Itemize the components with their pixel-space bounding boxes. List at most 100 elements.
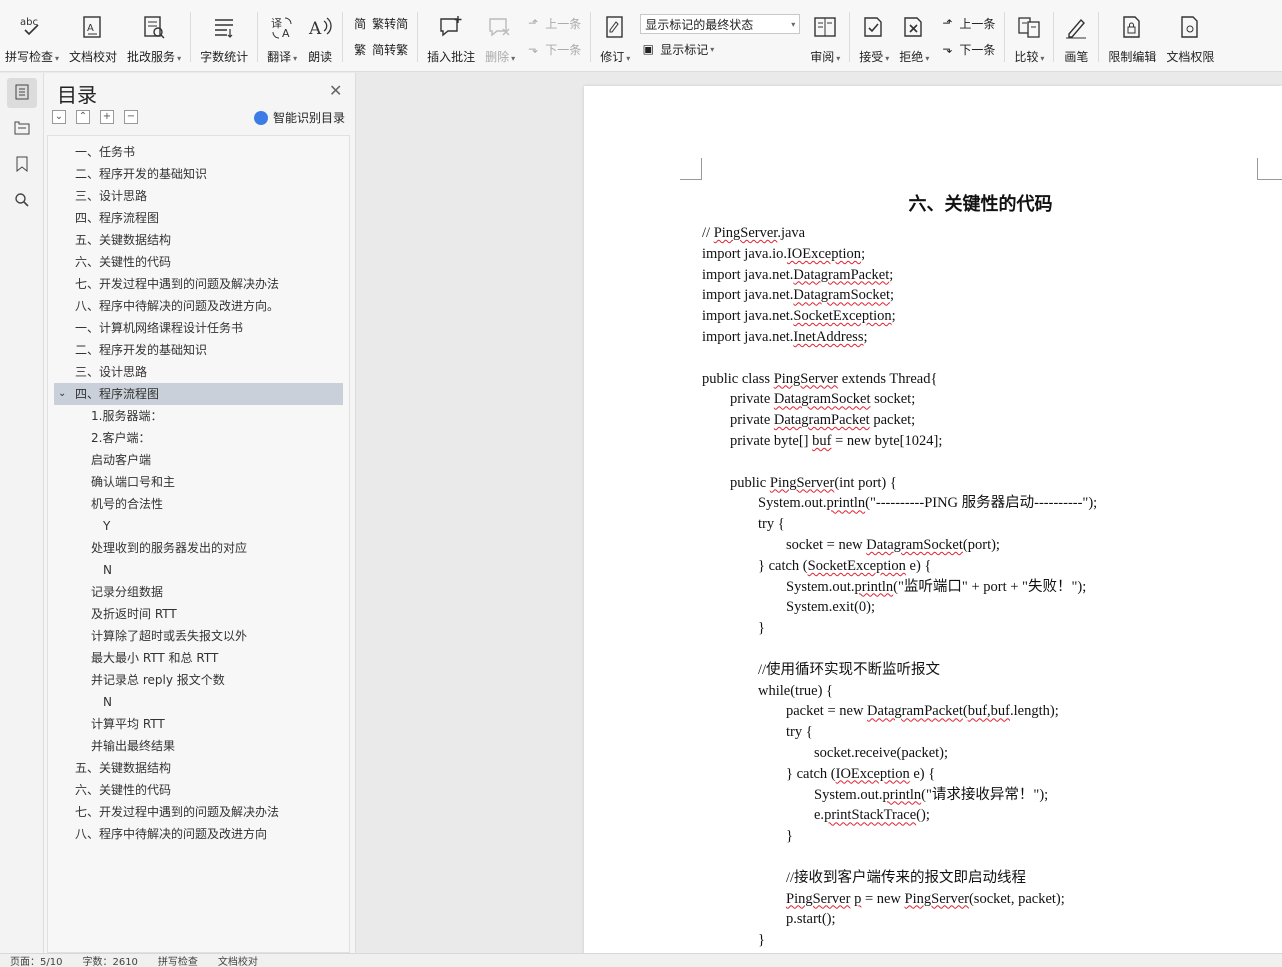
review-pane-button[interactable]: 审阅 ▾	[805, 10, 845, 66]
toc-item[interactable]: 计算平均 RTT	[48, 713, 349, 735]
toc-item[interactable]: 启动客户端	[48, 449, 349, 471]
toc-item[interactable]: 1.服务器端：	[48, 405, 349, 427]
trad-to-simp-button[interactable]: 简繁转简	[352, 10, 408, 36]
svg-text:A: A	[308, 19, 322, 39]
show-markup-button[interactable]: ▣ 显示标记 ▾	[640, 36, 800, 62]
delete-comment-button[interactable]: 删除 ▾	[480, 10, 520, 66]
accept-button[interactable]: 接受 ▾	[854, 10, 894, 66]
chapter-nav-button[interactable]	[7, 114, 37, 144]
compare-button[interactable]: 比较 ▾	[1009, 10, 1049, 66]
toc-item[interactable]: N	[48, 559, 349, 581]
simp-to-trad-button[interactable]: 繁简转繁	[352, 36, 408, 62]
chapter-icon	[13, 120, 31, 139]
code-line: e.printStackTrace();	[814, 807, 930, 824]
toc-item[interactable]: 二、程序开发的基础知识	[48, 339, 349, 361]
word-count-indicator[interactable]: 字数：2610	[82, 954, 137, 967]
chevron-down-icon[interactable]: ⌄	[58, 383, 66, 405]
toc-item[interactable]: 三、设计思路	[48, 361, 349, 383]
word-count-button[interactable]: 字数统计	[195, 10, 253, 66]
toc-item[interactable]: 计算除了超时或丢失报文以外	[48, 625, 349, 647]
read-aloud-button[interactable]: A 朗读	[302, 10, 338, 66]
toc-item[interactable]: 2.客户端：	[48, 427, 349, 449]
change-nav-group: ⬏ 上一条 ⬎ 下一条	[934, 10, 1000, 66]
reject-button[interactable]: 拒绝 ▾	[894, 10, 934, 66]
toc-item[interactable]: ⌄ 四、程序流程图	[54, 383, 343, 405]
toc-controls: ⌄ ⌃ + −	[52, 110, 138, 124]
add-level-icon[interactable]: +	[100, 110, 114, 124]
toc-item[interactable]: 四、程序流程图	[48, 207, 349, 229]
toc-panel: 目录 ✕ ⌄ ⌃ + − 智能识别目录 一、任务书 二、程序开发的基础知识 三、设计…	[44, 73, 356, 953]
toc-item[interactable]: 及折返时间 RTT	[48, 603, 349, 625]
code-line: PingServer p = new PingServer(socket, pa…	[786, 890, 1065, 907]
smart-toc-button[interactable]: 智能识别目录	[254, 109, 345, 126]
document-page[interactable]: 六、关键性的代码 // PingServer.java import java.i…	[584, 86, 1282, 956]
markup-state-select[interactable]: 显示标记的最终状态 ▾	[640, 14, 801, 34]
prev-comment-button[interactable]: ⬏ 上一条	[525, 10, 581, 36]
trad-to-simp-icon: 简	[354, 16, 367, 31]
toc-item[interactable]: 六、关键性的代码	[48, 779, 349, 801]
toc-item[interactable]: N	[48, 691, 349, 713]
reject-icon	[901, 14, 927, 40]
toc-item[interactable]: 记录分组数据	[48, 581, 349, 603]
doc-rights-button[interactable]: 文档权限	[1161, 10, 1219, 66]
revise-button[interactable]: 修订 ▾	[595, 10, 635, 66]
toc-item[interactable]: 一、任务书	[48, 141, 349, 163]
toc-item[interactable]: 并输出最终结果	[48, 735, 349, 757]
page-indicator[interactable]: 页面：5/10	[10, 954, 62, 967]
toc-item[interactable]: 确认端口号和主	[48, 471, 349, 493]
prev-change-button[interactable]: ⬏ 上一条	[939, 10, 995, 36]
comment-nav-group: ⬏ 上一条 ⬎ 下一条	[520, 10, 586, 66]
bookmark-icon	[15, 156, 29, 175]
code-line: System.exit(0);	[786, 599, 876, 616]
search-button[interactable]	[7, 186, 37, 216]
collapse-all-icon[interactable]: ⌄	[52, 110, 66, 124]
prev-comment-icon: ⬏	[528, 16, 539, 30]
insert-comment-button[interactable]: 插入批注	[422, 10, 480, 66]
pen-icon	[1063, 14, 1089, 40]
toc-item[interactable]: 五、关键数据结构	[48, 757, 349, 779]
toc-item[interactable]: 并记录总 reply 报文个数	[48, 669, 349, 691]
proof-status[interactable]: 文档校对	[218, 954, 258, 967]
spell-check-icon: abc	[19, 14, 45, 40]
code-line: System.out.println("请求接收异常！");	[814, 786, 1049, 803]
chevron-down-icon: ▾	[791, 19, 796, 29]
pen-button[interactable]: 画笔	[1058, 10, 1094, 66]
toc-item[interactable]: 五、关键数据结构	[48, 229, 349, 251]
spell-check-button[interactable]: abc 拼写检查 ▾	[0, 10, 64, 66]
toc-panel-button[interactable]	[7, 78, 37, 108]
accept-icon	[861, 14, 887, 40]
toc-item[interactable]: 八、程序中待解决的问题及改进方向	[48, 823, 349, 845]
next-comment-button[interactable]: ⬎ 下一条	[525, 36, 581, 62]
expand-up-icon[interactable]: ⌃	[76, 110, 90, 124]
code-block: // PingServer.java import java.io.IOExcep…	[702, 223, 1097, 951]
bookmark-button[interactable]	[7, 150, 37, 180]
toc-item[interactable]: 二、程序开发的基础知识	[48, 163, 349, 185]
code-line: }	[758, 620, 765, 637]
close-icon[interactable]: ✕	[329, 81, 342, 100]
toc-item[interactable]: 七、开发过程中遇到的问题及解决办法	[48, 273, 349, 295]
toc-item[interactable]: 处理收到的服务器发出的对应	[48, 537, 349, 559]
toc-item[interactable]: 八、程序中待解决的问题及改进方向。	[48, 295, 349, 317]
next-comment-icon: ⬎	[528, 42, 539, 56]
toc-item[interactable]: 六、关键性的代码	[48, 251, 349, 273]
toc-item[interactable]: Y	[48, 515, 349, 537]
toc-item[interactable]: 一、计算机网络课程设计任务书	[48, 317, 349, 339]
spell-check-status[interactable]: 拼写检查	[158, 954, 198, 967]
review-service-button[interactable]: 批改服务 ▾	[122, 10, 186, 66]
remove-level-icon[interactable]: −	[124, 110, 138, 124]
code-line: System.out.println("监听端口" + port + "失败！"…	[786, 578, 1087, 595]
toc-item[interactable]: 最大最小 RTT 和总 RTT	[48, 647, 349, 669]
next-change-button[interactable]: ⬎ 下一条	[939, 36, 995, 62]
toc-item[interactable]: 机号的合法性	[48, 493, 349, 515]
code-line: public class PingServer extends Thread{	[702, 370, 938, 387]
doc-proof-button[interactable]: A 文档校对	[64, 10, 122, 66]
section-heading: 六、关键性的代码	[908, 194, 1053, 215]
translate-button[interactable]: 译A 翻译 ▾	[262, 10, 302, 66]
restrict-edit-button[interactable]: 限制编辑	[1103, 10, 1161, 66]
code-line: private DatagramSocket socket;	[730, 391, 916, 408]
delete-comment-icon	[487, 14, 513, 40]
toc-item[interactable]: 三、设计思路	[48, 185, 349, 207]
toc-item[interactable]: 七、开发过程中遇到的问题及解决办法	[48, 801, 349, 823]
margin-mark-tl	[680, 158, 702, 180]
